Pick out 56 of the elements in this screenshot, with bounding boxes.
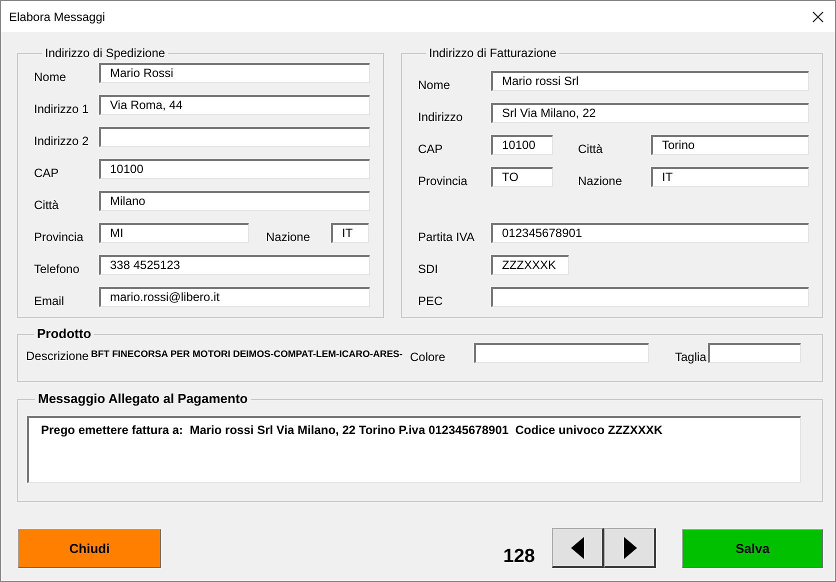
close-form-button[interactable]: Chiudi (18, 529, 161, 568)
text-field[interactable]: Mario Rossi (99, 63, 370, 83)
field-label: Provincia (34, 229, 84, 244)
text-field[interactable] (99, 127, 370, 147)
field-label: Indirizzo (418, 109, 464, 124)
text-field[interactable]: Srl Via Milano, 22 (491, 103, 809, 123)
field-label: Indirizzo 1 (34, 101, 90, 116)
field-label: SDI (418, 261, 440, 276)
left-triangle-icon (570, 536, 584, 558)
field-label: Taglia (675, 349, 708, 364)
text-field[interactable]: 338 4525123 (99, 255, 370, 275)
field-label: Città (578, 141, 604, 156)
next-button[interactable] (604, 528, 656, 568)
field-label: Nome (34, 69, 68, 84)
field-label: Colore (410, 349, 446, 364)
text-field[interactable]: TO (491, 167, 553, 187)
text-field[interactable] (474, 343, 649, 363)
field-label: PEC (418, 293, 444, 308)
text-field[interactable] (491, 287, 809, 307)
text-field[interactable]: Milano (99, 191, 370, 211)
text-field[interactable]: mario.rossi@libero.it (99, 287, 370, 307)
field-label: Partita IVA (418, 229, 476, 244)
text-field[interactable]: Torino (651, 135, 809, 155)
group-title: Prodotto (36, 327, 92, 341)
field-label: Provincia (418, 173, 468, 188)
product-description: BFT FINECORSA PER MOTORI DEIMOS-COMPAT-LEM-ICARO-ARES- (91, 348, 404, 360)
text-field[interactable]: ZZZXXXK (491, 255, 569, 275)
group-title: Indirizzo di Spedizione (44, 46, 166, 60)
window-title: Elabora Messaggi (9, 10, 106, 24)
field-label: CAP (418, 141, 444, 156)
field-label: Nazione (578, 173, 624, 188)
group-title: Indirizzo di Fatturazione (428, 46, 558, 60)
right-triangle-icon (622, 536, 636, 558)
group-title: Messaggio Allegato al Pagamento (37, 392, 249, 406)
text-field[interactable]: IT (331, 223, 369, 243)
text-field[interactable] (708, 343, 801, 363)
field-label: Telefono (34, 261, 80, 276)
message-field[interactable]: Prego emettere fattura a: Mario rossi Srl Via Milano, 22 Torino P.iva 012345678901 Codice univoco ZZZXXXK (27, 416, 801, 483)
record-counter: 128 (503, 546, 535, 568)
text-field[interactable]: 012345678901 (491, 223, 809, 243)
close-icon (812, 10, 824, 22)
text-field[interactable]: 10100 (99, 159, 370, 179)
field-label: CAP (34, 165, 60, 180)
field-label: Nazione (266, 229, 312, 244)
save-button[interactable]: Salva (682, 529, 823, 568)
previous-button[interactable] (552, 528, 604, 568)
field-label: Indirizzo 2 (34, 133, 90, 148)
field-label: Email (34, 293, 66, 308)
text-field[interactable]: 10100 (491, 135, 553, 155)
field-label: Città (34, 197, 60, 212)
text-field[interactable]: MI (99, 223, 249, 243)
field-label: Nome (418, 77, 452, 92)
text-field[interactable]: Via Roma, 44 (99, 95, 370, 115)
text-field[interactable]: IT (651, 167, 809, 187)
field-label: Descrizione (26, 348, 90, 363)
text-field[interactable]: Mario rossi Srl (491, 71, 809, 91)
